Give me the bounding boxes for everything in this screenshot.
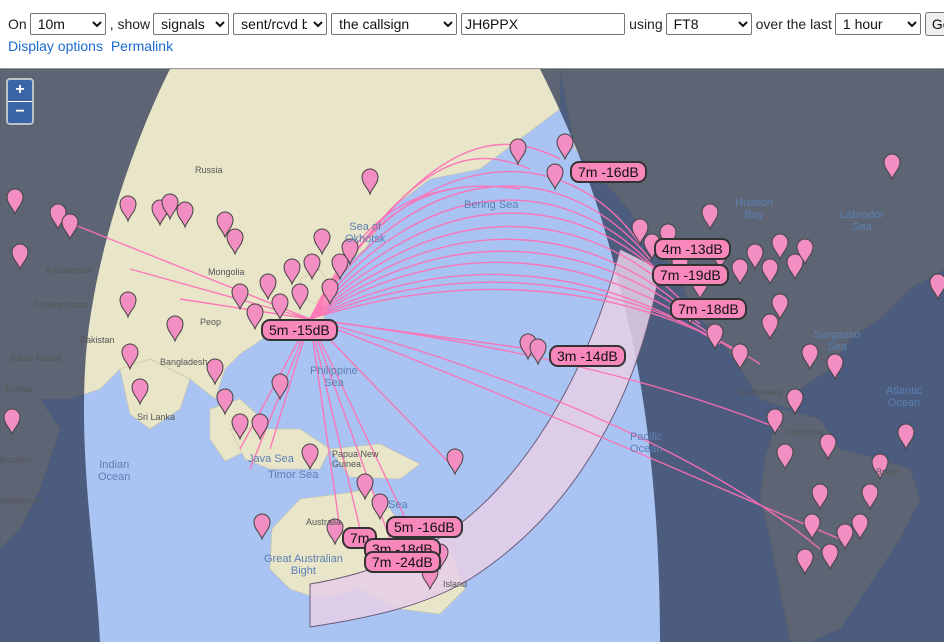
on-label: On [8,16,27,32]
query-toolbar: On 10m , show signals sent/rcvd by the c… [0,0,944,68]
map-label-russia: Russia [195,165,223,175]
spot-label[interactable]: 7m -16dB [570,161,647,183]
spot-label[interactable]: 7m -18dB [670,298,747,320]
mode-select[interactable]: FT8 [665,13,752,35]
direction-select[interactable]: sent/rcvd by [233,13,328,35]
over-label: over the last [755,16,832,32]
map-label-timor: Timor Sea [268,469,319,481]
spot-label[interactable]: 5m -15dB [261,319,338,341]
map-label-hudson: Hudson Bay [735,197,773,221]
display-options-link[interactable]: Display options [8,38,103,54]
map-label-atlantic: Atlantic Ocean [886,385,923,409]
map-label-okhotsk: Sea of Okhotsk [345,221,386,245]
show-select[interactable]: signals [153,13,230,35]
zoom-control: + − [6,78,34,125]
map-label-peoples: Peop [200,317,222,327]
map-label-brazil: Brazil [876,467,899,477]
map-label-philippine: Philippine Sea [310,365,358,389]
map-label-turkmenistan: Turkmenistan [34,300,89,310]
query-row: On 10m , show signals sent/rcvd by the c… [8,12,944,36]
map-label-bangladesh: Bangladesh [160,357,208,367]
map-label-madagascar: adagascar [0,495,43,505]
map-label-tanzania: anzania [0,455,32,465]
map-label-png: Papua New Guinea [332,449,379,469]
callsign-input[interactable] [461,13,626,35]
spot-label[interactable]: 4m -13dB [654,238,731,260]
map-label-coral: Sea [388,499,408,511]
map-label-java: Java Sea [248,453,294,465]
spot-label[interactable]: 7m -24dB [364,551,441,573]
zoom-out-button[interactable]: − [8,101,32,123]
band-select[interactable]: 10m [29,13,106,35]
map-label-island: Island [443,579,468,589]
show-label: , show [109,16,151,32]
period-select[interactable]: 1 hour [834,13,921,35]
map-label-indian-ocean: Indian Ocean [98,459,131,483]
using-label: using [629,16,663,32]
map-graphics [0,69,944,642]
spot-label[interactable]: 5m -16dB [386,516,463,538]
map-label-saudi: Saudi Arabia [10,353,62,363]
map-label-australia: Australia [306,517,342,527]
zoom-in-button[interactable]: + [8,80,32,101]
map-label-bering: Bering Sea [464,199,519,211]
map-label-kazakhstan: Kazakhstan [46,265,94,275]
map-label-colombia: Colombia [785,427,824,437]
options-links: Display options Permalink [8,38,177,54]
map-label-eritrea: Eritrea [5,384,32,394]
map-label-sargasso: Sargasso Sea [814,329,861,353]
map-canvas[interactable]: + − Russia Kazakhstan Mongolia Turkmenis… [0,68,944,642]
go-button[interactable]: Go! [924,12,944,36]
spot-label[interactable]: 3m -14dB [549,345,626,367]
map-label-pakistan: Pakistan [80,335,115,345]
target-select[interactable]: the callsign [331,13,458,35]
spot-label[interactable]: 7m -19dB [652,264,729,286]
map-label-labrador: Labrador Sea [840,209,885,233]
map-label-guatemala: Guatemala [738,387,783,397]
map-label-bight: Great Australian Bight [264,553,343,577]
map-label-pacific: Pacific Ocean [630,431,663,455]
map-label-srilanka: Sri Lanka [137,412,176,422]
permalink-link[interactable]: Permalink [111,38,173,54]
map-label-mongolia: Mongolia [208,267,245,277]
